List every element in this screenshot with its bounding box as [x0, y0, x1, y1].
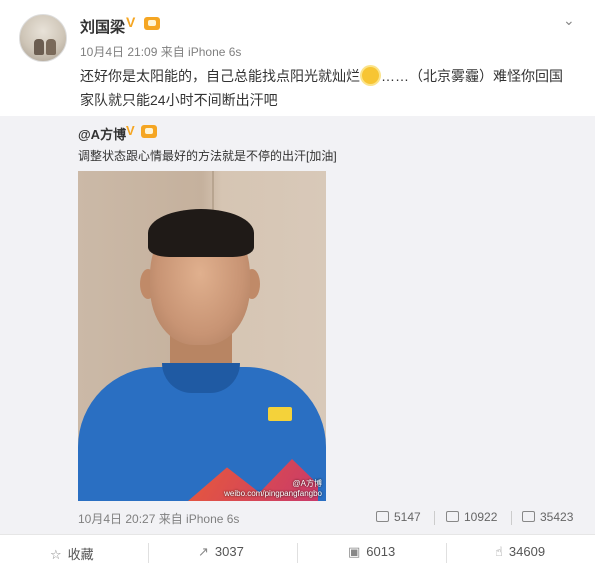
repost-author[interactable]: @A方博: [78, 124, 126, 143]
verified-icon: V: [126, 123, 135, 138]
watermark-line: weibo.com/pingpangfangbo: [224, 489, 322, 498]
divider: [511, 511, 512, 525]
share-icon: ↗: [198, 544, 209, 559]
avatar-figure: [46, 39, 56, 55]
shirt-logo: [268, 407, 292, 421]
repost-like-count: 35423: [540, 510, 574, 524]
post-meta: 10月4日 21:09 来自 iPhone 6s: [80, 45, 242, 59]
repost-photo[interactable]: @A方博 weibo.com/pingpangfangbo: [78, 171, 326, 501]
repost-like-action[interactable]: 35423: [522, 510, 573, 524]
post-text-part: 还好你是太阳能的，自己总能找点阳光就灿烂: [80, 68, 360, 84]
vip-icon: [144, 17, 160, 30]
post-text-part: ……（北京: [381, 68, 451, 84]
verified-icon: V: [126, 14, 136, 30]
divider: [446, 543, 447, 563]
weibo-post-card: 刘国梁 V ⌄ 10月4日 21:09 来自 iPhone 6s 还好你是太阳能…: [0, 0, 595, 574]
divider: [148, 543, 149, 563]
post-text-part: 家队就只能24小时不间断出汗吧: [80, 92, 278, 108]
comment-icon: ▣: [348, 544, 361, 559]
vip-icon: [141, 125, 157, 138]
post-text: 还好你是太阳能的，自己总能找点阳光就灿烂 ……（北京雾霾）难怪你回国 家队就只能2…: [80, 64, 580, 112]
comment-count: 6013: [366, 544, 396, 559]
share-icon: [376, 511, 389, 522]
hair: [148, 209, 254, 257]
repost-text: 调整状态跟心情最好的方法就是不停的出汗[加油]: [78, 149, 337, 163]
avatar-figure: [34, 39, 44, 55]
post-text-part: 雾霾）难怪你回国: [451, 68, 563, 84]
repost-count: 3037: [214, 544, 244, 559]
photo-watermark: @A方博 weibo.com/pingpangfangbo: [224, 479, 322, 499]
repost-button[interactable]: ↗ 3037: [198, 544, 244, 560]
comment-icon: [446, 511, 459, 522]
repost-comment-count: 10922: [464, 510, 498, 524]
avatar[interactable]: [19, 14, 67, 62]
repost-share-action[interactable]: 5147: [376, 510, 421, 524]
watermark-line: @A方博: [292, 479, 322, 488]
like-button[interactable]: ☝ 34609: [495, 544, 545, 560]
comment-button[interactable]: ▣ 6013: [348, 544, 395, 560]
author-name[interactable]: 刘国梁: [80, 16, 125, 37]
repost-meta: 10月4日 20:27 来自 iPhone 6s: [78, 512, 240, 526]
star-icon: ☆: [50, 547, 62, 562]
chevron-down-icon[interactable]: ⌄: [563, 12, 575, 29]
sun-emoji-icon: [362, 67, 379, 84]
divider: [297, 543, 298, 563]
repost-share-count: 5147: [394, 510, 421, 524]
thumbs-up-icon: [522, 511, 535, 522]
favorite-label: 收藏: [67, 547, 94, 562]
like-count: 34609: [508, 544, 546, 559]
favorite-button[interactable]: ☆ 收藏: [50, 544, 94, 563]
divider: [434, 511, 435, 525]
repost-comment-action[interactable]: 10922: [446, 510, 497, 524]
thumbs-up-icon: ☝: [495, 544, 503, 559]
